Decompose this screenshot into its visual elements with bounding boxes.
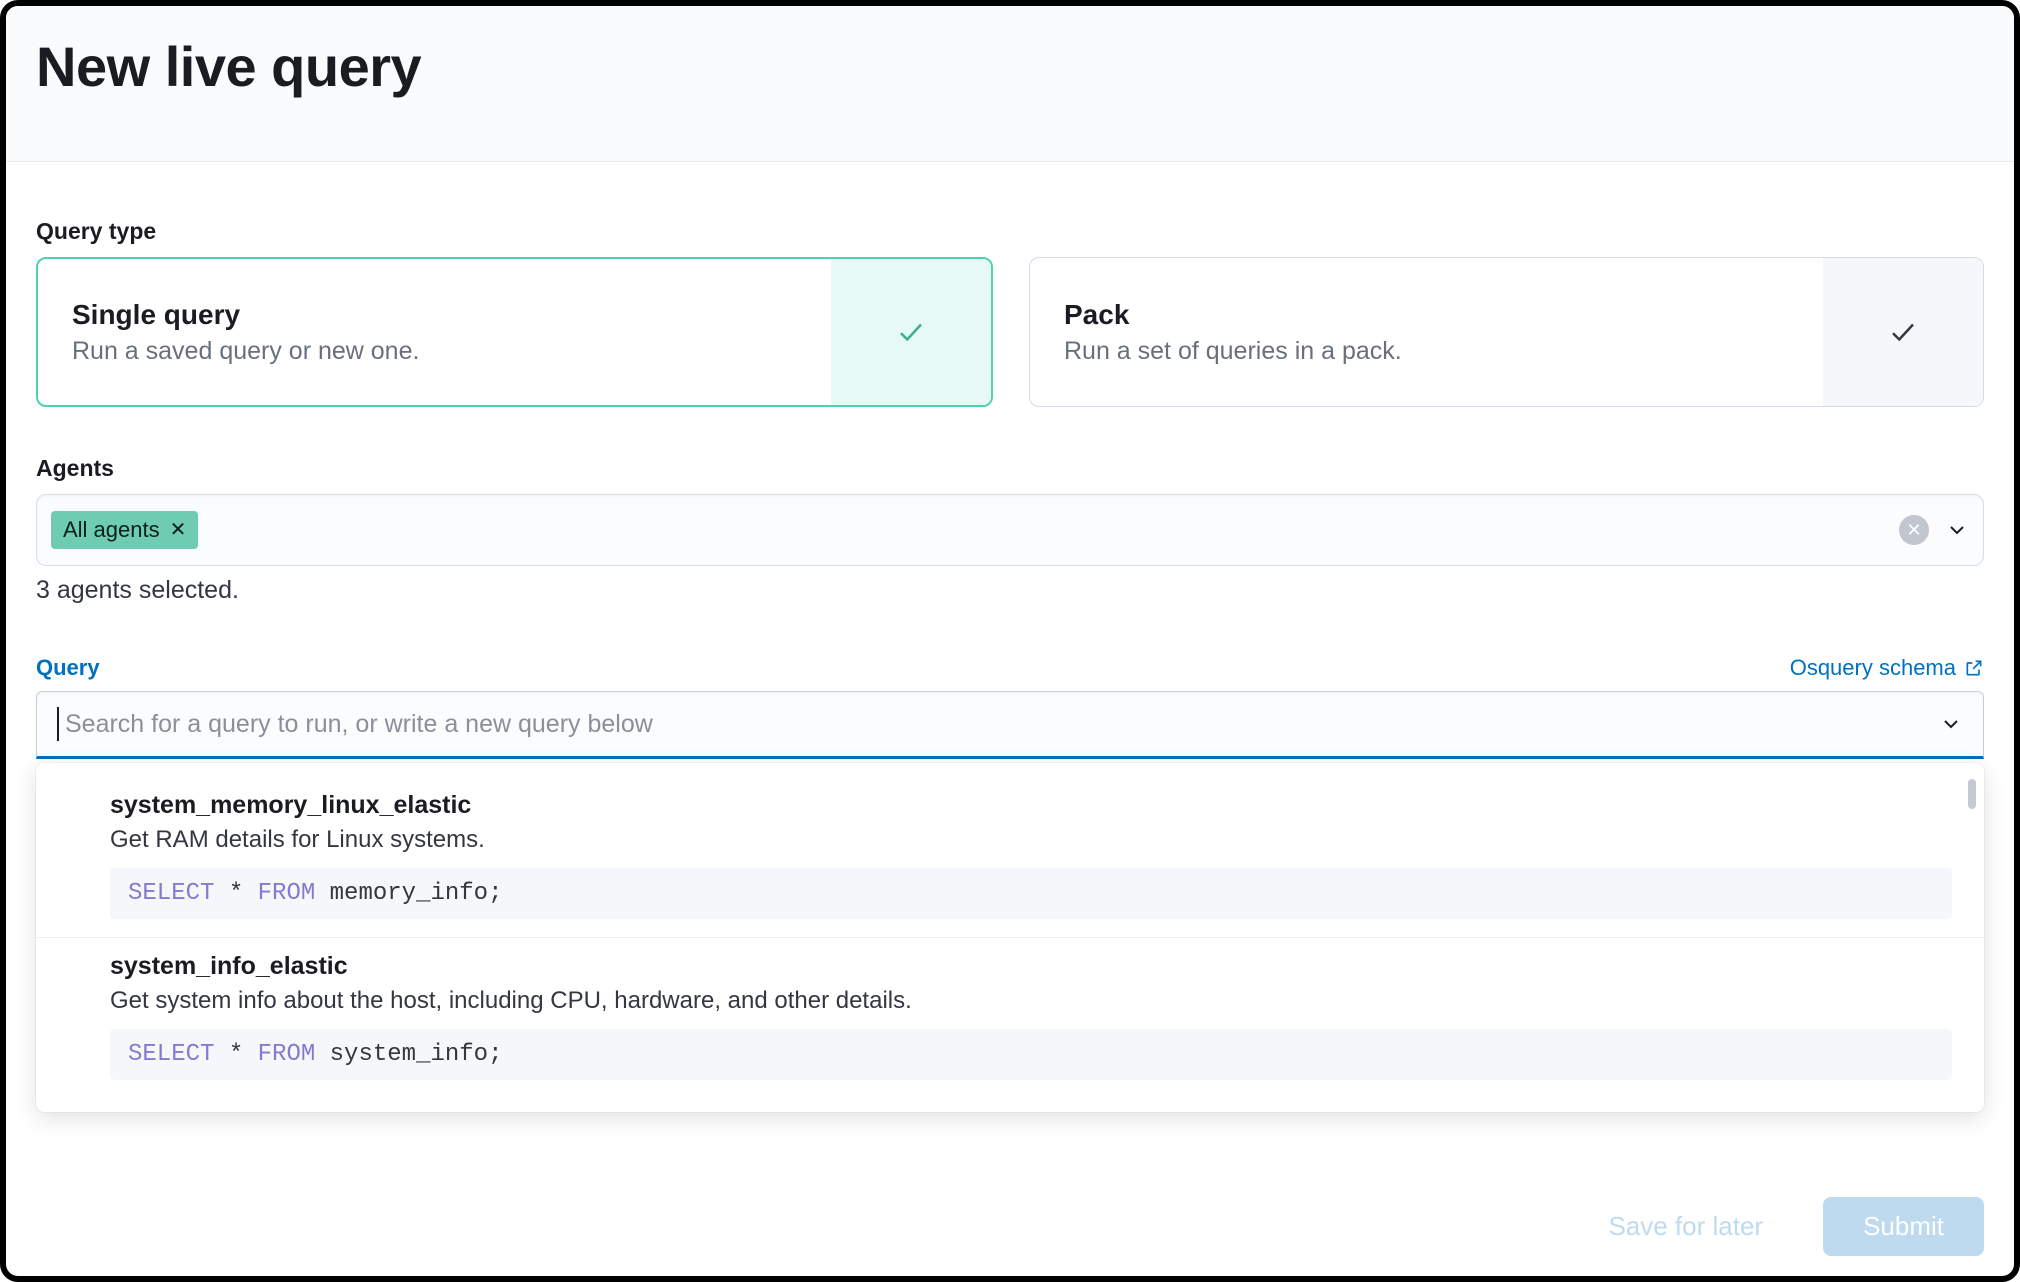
clear-agents-button[interactable]: ✕: [1899, 515, 1929, 545]
card-description: Run a saved query or new one.: [72, 337, 797, 366]
close-icon[interactable]: ✕: [170, 520, 187, 540]
query-option-sql: SELECT * FROM memory_info;: [110, 868, 1952, 919]
external-link-icon: [1964, 658, 1984, 678]
query-type-options: Single query Run a saved query or new on…: [36, 257, 1984, 407]
schema-link-text: Osquery schema: [1790, 655, 1956, 681]
agents-tags: All agents ✕: [51, 511, 1899, 549]
page-title: New live query: [36, 34, 1984, 99]
card-description: Run a set of queries in a pack.: [1064, 337, 1789, 366]
check-icon: [896, 317, 926, 347]
agent-tag-all[interactable]: All agents ✕: [51, 511, 198, 549]
save-for-later-button[interactable]: Save for later: [1588, 1197, 1783, 1256]
query-search-input[interactable]: Search for a query to run, or write a ne…: [36, 691, 1984, 759]
card-body: Single query Run a saved query or new on…: [38, 259, 831, 405]
card-title: Pack: [1064, 299, 1789, 331]
app-frame: New live query Query type Single query R…: [0, 0, 2020, 1282]
agents-combobox[interactable]: All agents ✕ ✕: [36, 494, 1984, 566]
query-type-label: Query type: [36, 218, 1984, 245]
card-title: Single query: [72, 299, 797, 331]
query-option[interactable]: system_memory_linux_elastic Get RAM deta…: [36, 777, 1984, 937]
query-header: Query Osquery schema: [36, 655, 1984, 681]
agents-label: Agents: [36, 455, 1984, 482]
query-label: Query: [36, 655, 100, 681]
query-option-name: system_memory_linux_elastic: [110, 791, 1952, 820]
query-search-placeholder: Search for a query to run, or write a ne…: [65, 710, 1929, 739]
osquery-schema-link[interactable]: Osquery schema: [1790, 655, 1984, 681]
submit-button[interactable]: Submit: [1823, 1197, 1984, 1256]
query-type-card-pack[interactable]: Pack Run a set of queries in a pack.: [1029, 257, 1984, 407]
page-content: Query type Single query Run a saved quer…: [6, 162, 2014, 789]
page-header: New live query: [6, 6, 2014, 162]
footer-buttons: Save for later Submit: [1588, 1197, 1984, 1256]
scrollbar-thumb[interactable]: [1968, 779, 1976, 809]
query-combobox: Search for a query to run, or write a ne…: [36, 691, 1984, 759]
card-body: Pack Run a set of queries in a pack.: [1030, 258, 1823, 406]
chevron-down-icon[interactable]: [1945, 518, 1969, 542]
check-icon: [1888, 317, 1918, 347]
chevron-down-icon[interactable]: [1939, 712, 1963, 736]
query-option[interactable]: system_info_elastic Get system info abou…: [36, 937, 1984, 1098]
agent-tag-label: All agents: [63, 517, 160, 543]
query-option-sql: SELECT * FROM system_info;: [110, 1029, 1952, 1080]
text-cursor: [57, 707, 59, 741]
query-type-card-single[interactable]: Single query Run a saved query or new on…: [36, 257, 993, 407]
query-option-description: Get system info about the host, includin…: [110, 987, 1952, 1015]
agents-status: 3 agents selected.: [36, 576, 1984, 605]
card-check-area: [831, 259, 991, 405]
query-suggestions-dropdown: system_memory_linux_elastic Get RAM deta…: [36, 763, 1984, 1112]
query-option-description: Get RAM details for Linux systems.: [110, 826, 1952, 854]
card-check-area: [1823, 258, 1983, 406]
query-option-name: system_info_elastic: [110, 952, 1952, 981]
